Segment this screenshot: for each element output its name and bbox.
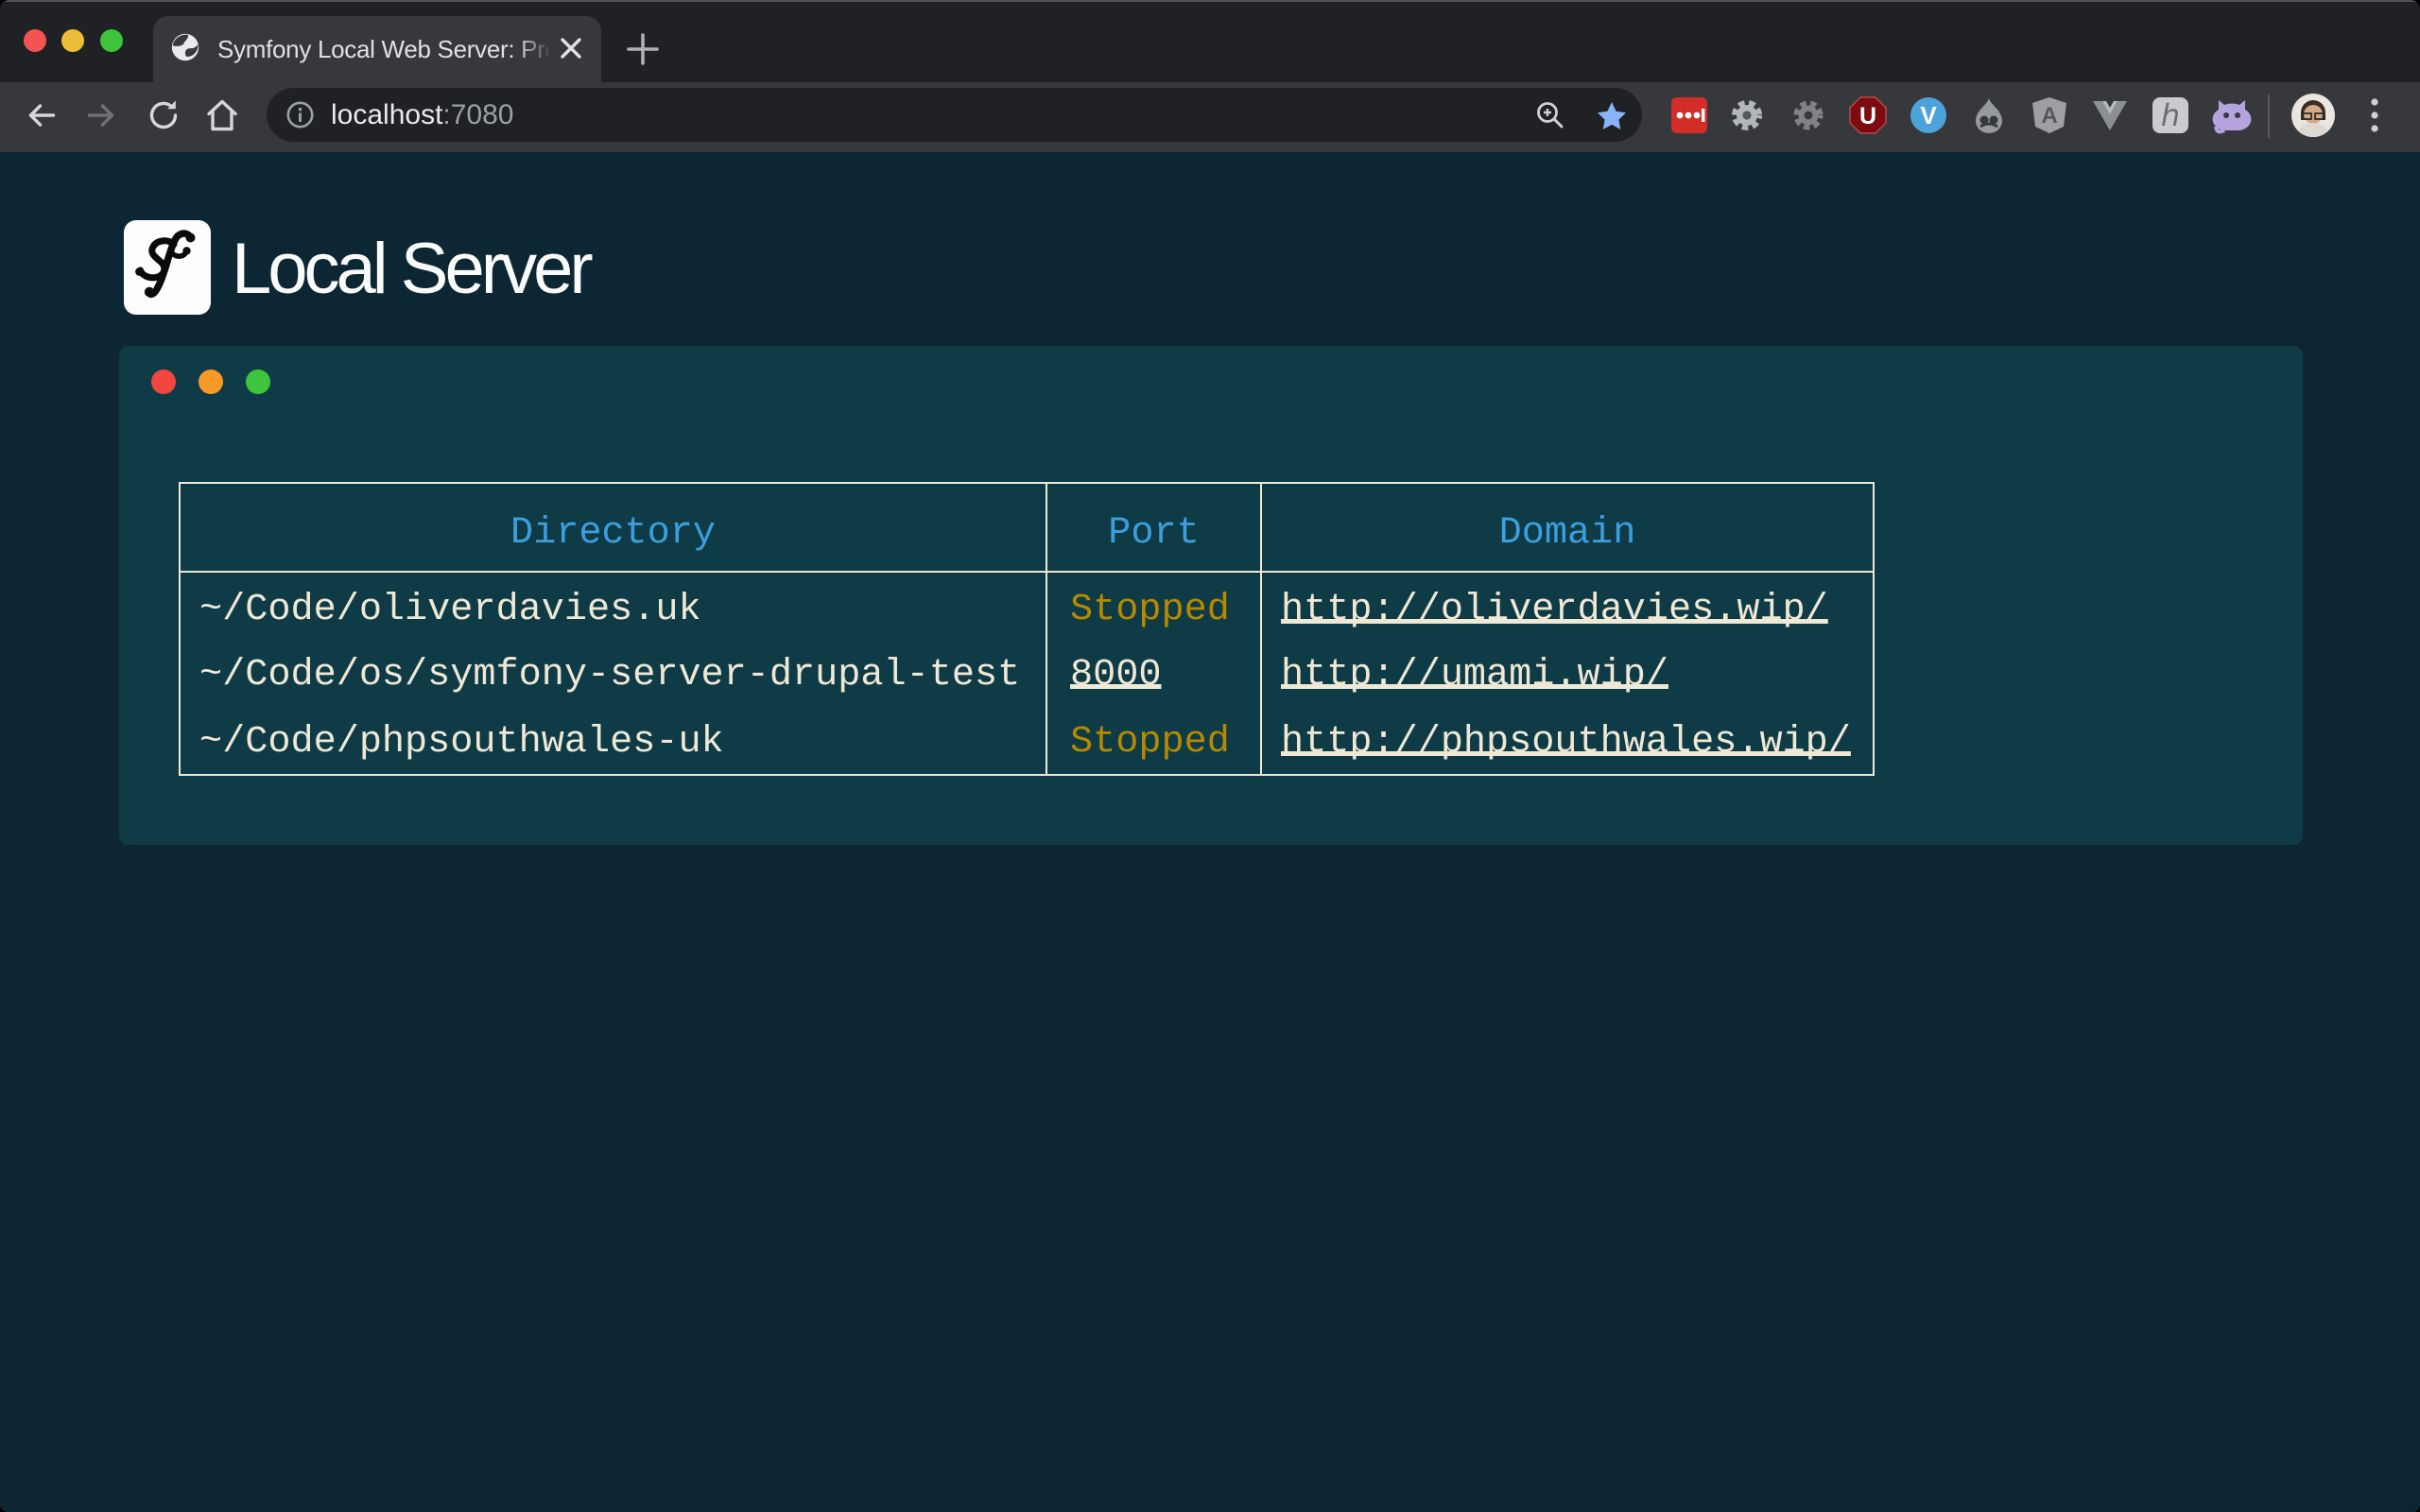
svg-text:U: U [1859,103,1876,129]
svg-text:A: A [2041,103,2057,129]
svg-text:V: V [1920,101,1937,129]
svg-text:ℎ: ℎ [2161,98,2180,132]
